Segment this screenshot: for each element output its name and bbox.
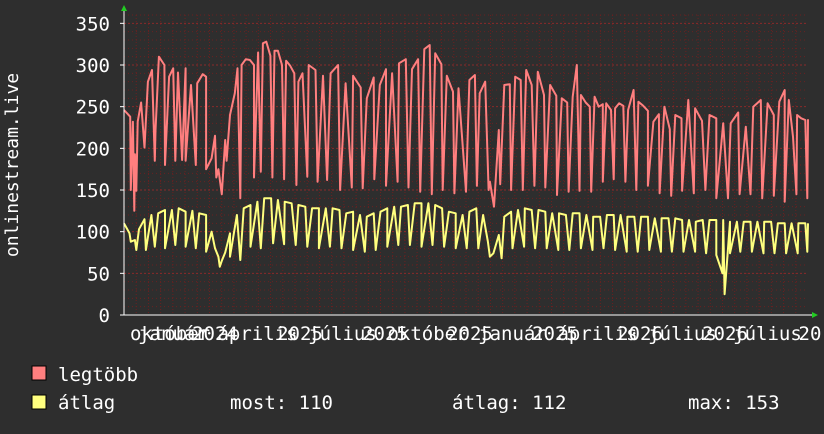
y-tick-label: 250 (76, 97, 110, 119)
legend-swatch-legtobb (31, 365, 47, 381)
x-tick-label: július (733, 323, 802, 345)
stat-most: most: 110 (230, 392, 333, 414)
legend-swatch-atlag (31, 394, 47, 410)
legend-label-legtobb: legtöbb (58, 364, 138, 386)
legend-label-atlag: átlag (58, 392, 115, 414)
y-tick-label: 200 (76, 138, 110, 160)
stat-max: max: 153 (688, 392, 780, 414)
x-tick-label: 20 (799, 323, 822, 345)
y-tick-label: 0 (99, 305, 110, 327)
y-tick-label: 100 (76, 222, 110, 244)
y-tick-label: 150 (76, 180, 110, 202)
chart-svg: 050100150200250300350októberjanuár2024áp… (0, 0, 824, 430)
y-axis-label: onlinestream.live (2, 73, 23, 257)
chart-root: 0 50 100 150 200 250 300 350 október január 2024 áp… (0, 0, 824, 430)
y-tick-label: 300 (76, 55, 110, 77)
y-tick-label: 350 (76, 13, 110, 35)
stat-atlag: átlag: 112 (452, 392, 566, 414)
y-tick-label: 50 (87, 263, 110, 285)
